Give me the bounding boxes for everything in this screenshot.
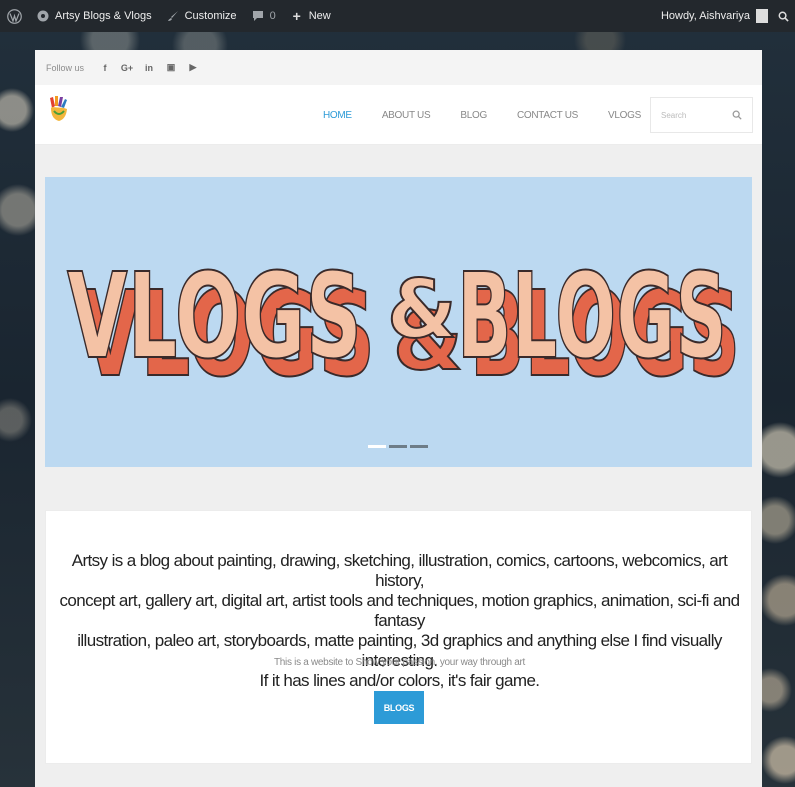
youtube-icon[interactable]: ▶ [182, 62, 204, 73]
plus-icon: + [292, 8, 301, 24]
facebook-icon[interactable]: f [94, 63, 116, 73]
new-content-link[interactable]: + New [283, 0, 338, 32]
banner-amp: & [387, 263, 457, 356]
nav-contact-us[interactable]: CONTACT US [517, 110, 578, 121]
intro-text: Artsy is a blog about painting, drawing,… [46, 551, 753, 691]
search-icon [778, 11, 789, 22]
intro-line-2: concept art, gallery art, digital art, a… [59, 591, 740, 630]
main-nav: HOME ABOUT US BLOG CONTACT US VLOGS [323, 85, 671, 145]
blogs-button[interactable]: BLOGS [374, 691, 424, 724]
slider-pagination [368, 445, 428, 448]
search-placeholder: Search [661, 110, 687, 120]
intro-subtitle: This is a website to Show your passion, … [273, 657, 526, 668]
search-icon[interactable] [732, 110, 742, 120]
nav-vlogs[interactable]: VLOGS [608, 110, 641, 121]
avatar [756, 9, 768, 23]
site-page: Follow us f G+ in ▣ ▶ HOME ABOUT US BLOG… [35, 50, 762, 787]
intro-section: Artsy is a blog about painting, drawing,… [45, 510, 752, 764]
vlogs-blogs-banner: VLOGS VLOGS & & BLOGS BLOGS [66, 246, 741, 404]
nav-home[interactable]: HOME [323, 110, 352, 121]
paintbrush-icon [166, 9, 180, 23]
howdy-label: Howdy, Aishvariya [660, 10, 750, 22]
banner-word-blogs: BLOGS [457, 247, 727, 385]
search-input[interactable]: Search [650, 97, 753, 133]
dashboard-icon [36, 9, 50, 23]
my-account-link[interactable]: Howdy, Aishvariya [654, 0, 772, 32]
admin-bar: Artsy Blogs & Vlogs Customize 0 + New Ho… [0, 0, 795, 32]
flickr-icon[interactable]: ▣ [160, 62, 182, 73]
intro-line-1: Artsy is a blog about painting, drawing,… [71, 551, 728, 590]
social-topbar: Follow us f G+ in ▣ ▶ [35, 50, 762, 85]
nav-about-us[interactable]: ABOUT US [382, 110, 431, 121]
comments-count: 0 [269, 10, 276, 22]
wordpress-logo-button[interactable] [0, 0, 29, 32]
admin-search-button[interactable] [772, 0, 795, 32]
new-label: New [308, 10, 331, 22]
nav-blog[interactable]: BLOG [460, 110, 487, 121]
site-header: HOME ABOUT US BLOG CONTACT US VLOGS Sear… [35, 85, 762, 145]
slider-dot-3[interactable] [410, 445, 428, 448]
site-logo[interactable] [47, 94, 73, 124]
comments-link[interactable]: 0 [244, 0, 283, 32]
wordpress-icon [7, 8, 22, 24]
google-plus-icon[interactable]: G+ [116, 63, 138, 73]
banner-word-vlogs: VLOGS [67, 247, 362, 385]
intro-line-4: If it has lines and/or colors, it's fair… [259, 671, 540, 690]
hero-slider: VLOGS VLOGS & & BLOGS BLOGS [45, 177, 752, 467]
customize-link[interactable]: Customize [159, 0, 244, 32]
linkedin-icon[interactable]: in [138, 63, 160, 73]
follow-us-label: Follow us [46, 62, 85, 73]
site-name-label: Artsy Blogs & Vlogs [55, 10, 152, 22]
slider-dot-1[interactable] [368, 445, 386, 448]
comment-icon [251, 9, 265, 23]
customize-label: Customize [184, 10, 237, 22]
site-name-link[interactable]: Artsy Blogs & Vlogs [29, 0, 159, 32]
slider-dot-2[interactable] [389, 445, 407, 448]
